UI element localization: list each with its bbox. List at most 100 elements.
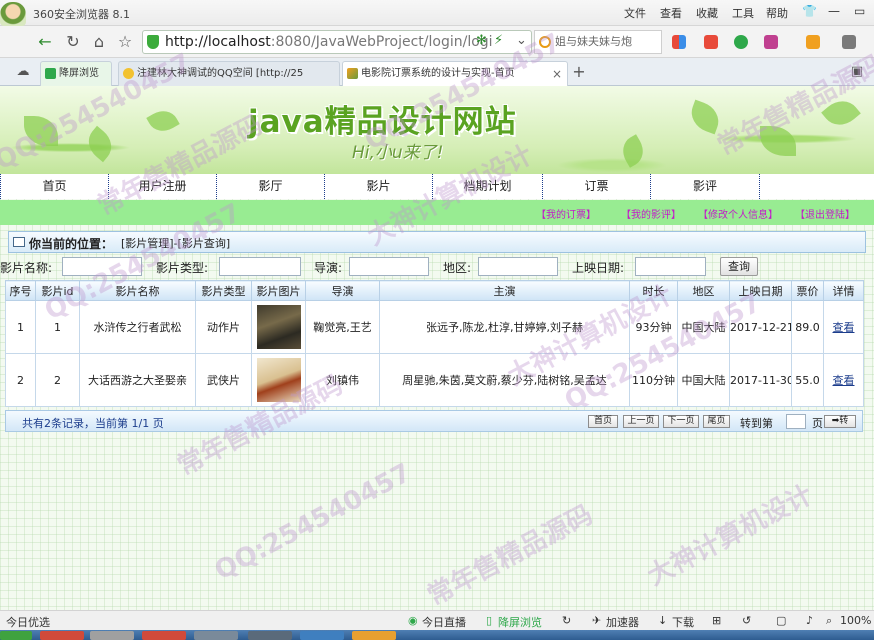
restore-icon[interactable]: ↺ [742,614,751,627]
nav-movies[interactable]: 影片 [324,174,432,199]
mute-icon[interactable]: ▢ [776,614,786,627]
lightning-icon[interactable]: ⚡ [494,33,503,48]
view-detail-link[interactable]: 查看 [833,374,855,387]
extension-orange-icon[interactable] [806,35,820,49]
cloud-icon[interactable]: ☁ [12,61,34,83]
col-region: 地区 [677,280,730,301]
tab-list-icon[interactable]: ▣ [846,61,868,83]
leaf-decoration [616,134,650,168]
apps-icon[interactable] [672,35,686,49]
tab-screen-browse[interactable]: 降屏浏览 [40,61,112,86]
cell-date: 2017-12-21 [729,300,792,354]
menu-favorites[interactable]: 收藏 [696,5,718,21]
region-input[interactable] [478,257,558,276]
nav-register[interactable]: 用户注册 [108,174,216,199]
leaf-decoration [686,99,724,135]
skin-icon[interactable]: 👕 [802,4,817,18]
refresh-icon[interactable]: ↻ [62,31,84,53]
star-icon[interactable]: ☆ [114,31,136,53]
extension-red-icon[interactable] [704,35,718,49]
nav-booking[interactable]: 订票 [542,174,650,199]
cell-actors: 周星驰,朱茵,莫文蔚,蔡少芬,陆树铭,吴孟达 [379,353,630,407]
split-icon[interactable]: ⊞ [712,614,721,627]
zoom-icon[interactable]: ⌕ [826,614,832,628]
cell-detail: 查看 [823,300,864,354]
taskbar-app[interactable] [142,631,186,640]
go-button[interactable]: ➡转 [824,415,856,428]
back-icon[interactable]: ← [34,31,56,53]
user-avatar[interactable] [0,2,26,26]
cell-price: 55.0 [791,353,824,407]
next-page-button[interactable]: 下一页 [663,415,699,428]
taskbar-app[interactable] [90,631,134,640]
taskbar-app[interactable] [40,631,84,640]
cell-duration: 110分钟 [629,353,678,407]
url-input[interactable]: http://localhost:8080/JavaWebProject/log… [142,30,532,54]
nav-reviews[interactable]: 影评 [650,174,760,199]
maximize-icon[interactable]: ▭ [854,4,865,18]
release-date-input[interactable] [635,257,706,276]
movie-name-input[interactable] [62,257,142,276]
view-detail-link[interactable]: 查看 [833,321,855,334]
status-accelerator[interactable]: 加速器 [606,614,639,630]
browser-name: 360安全浏览器 8.1 [33,8,130,21]
tab-qq-space[interactable]: 注建林大神调试的QQ空间 [http://25 [118,61,340,86]
phone-screen-icon: ▯ [486,614,493,627]
taskbar-app[interactable] [352,631,396,640]
nav-schedule[interactable]: 档期计划 [432,174,542,199]
taskbar-app[interactable] [194,631,238,640]
site-banner: java精品设计网站 Hi,小u来了! [0,86,874,174]
link-my-bookings[interactable]: 【我的订票】 [536,206,596,221]
director-input[interactable] [349,257,429,276]
nav-home[interactable]: 首页 [0,174,108,199]
url-host: http://localhost [165,34,271,50]
status-live[interactable]: 今日直播 [422,614,466,630]
status-left[interactable]: 今日优选 [6,614,50,630]
cell-price: 89.0 [791,300,824,354]
shield-guard-icon[interactable] [734,35,748,49]
cell-date: 2017-11-30 [729,353,792,407]
nav-hall[interactable]: 影厅 [216,174,324,199]
taskbar-app[interactable] [300,631,344,640]
volume-icon[interactable]: ♪ [806,614,813,627]
minimize-icon[interactable]: — [828,4,840,18]
tab-cinema-home[interactable]: 电影院订票系统的设计与实现-首页 × [342,61,568,86]
col-detail: 详情 [823,280,864,301]
home-icon[interactable]: ⌂ [88,31,110,53]
taskbar-app[interactable] [248,631,292,640]
refresh-status-icon[interactable]: ↻ [562,614,571,627]
zoom-level[interactable]: 100% [840,614,871,627]
start-button[interactable] [0,631,32,640]
col-id: 影片id [35,280,80,301]
search-button[interactable]: 查询 [720,257,758,276]
page-number-input[interactable] [786,414,806,429]
speed-icon[interactable]: ✻ [476,33,487,48]
cell-detail: 查看 [823,353,864,407]
os-taskbar [0,630,874,640]
status-download[interactable]: 下载 [672,614,694,630]
prev-page-button[interactable]: 上一页 [623,415,659,428]
leaf-decoration [81,125,119,163]
extension-ad-icon[interactable] [764,35,778,49]
link-edit-profile[interactable]: 【修改个人信息】 [698,206,778,221]
status-screen-browse[interactable]: 降屏浏览 [498,614,542,630]
link-logout[interactable]: 【退出登陆】 [795,206,855,221]
last-page-button[interactable]: 尾页 [703,415,730,428]
link-my-reviews[interactable]: 【我的影评】 [621,206,681,221]
menu-help[interactable]: 帮助 [766,5,788,21]
cell-no: 2 [5,353,36,407]
leaf-decoration [821,93,861,133]
first-page-button[interactable]: 首页 [588,415,618,428]
search-form: 影片名称: 影片类型: 导演: 地区: 上映日期: 查询 [0,256,874,278]
search-input[interactable]: 姐与妹夫妹与炮 [534,30,662,54]
menu-tools[interactable]: 工具 [732,5,754,21]
new-tab-icon[interactable]: + [568,61,590,83]
extension-game-icon[interactable] [842,35,856,49]
url-dropdown-icon[interactable]: ⌄ [516,33,527,48]
tab-bar: ☁ 降屏浏览 注建林大神调试的QQ空间 [http://25 电影院订票系统的设… [0,58,874,86]
menu-file[interactable]: 文件 [624,5,646,21]
movie-type-input[interactable] [219,257,301,276]
close-tab-icon[interactable]: × [552,62,562,86]
menu-view[interactable]: 查看 [660,5,682,21]
leaf-decoration [146,104,180,138]
